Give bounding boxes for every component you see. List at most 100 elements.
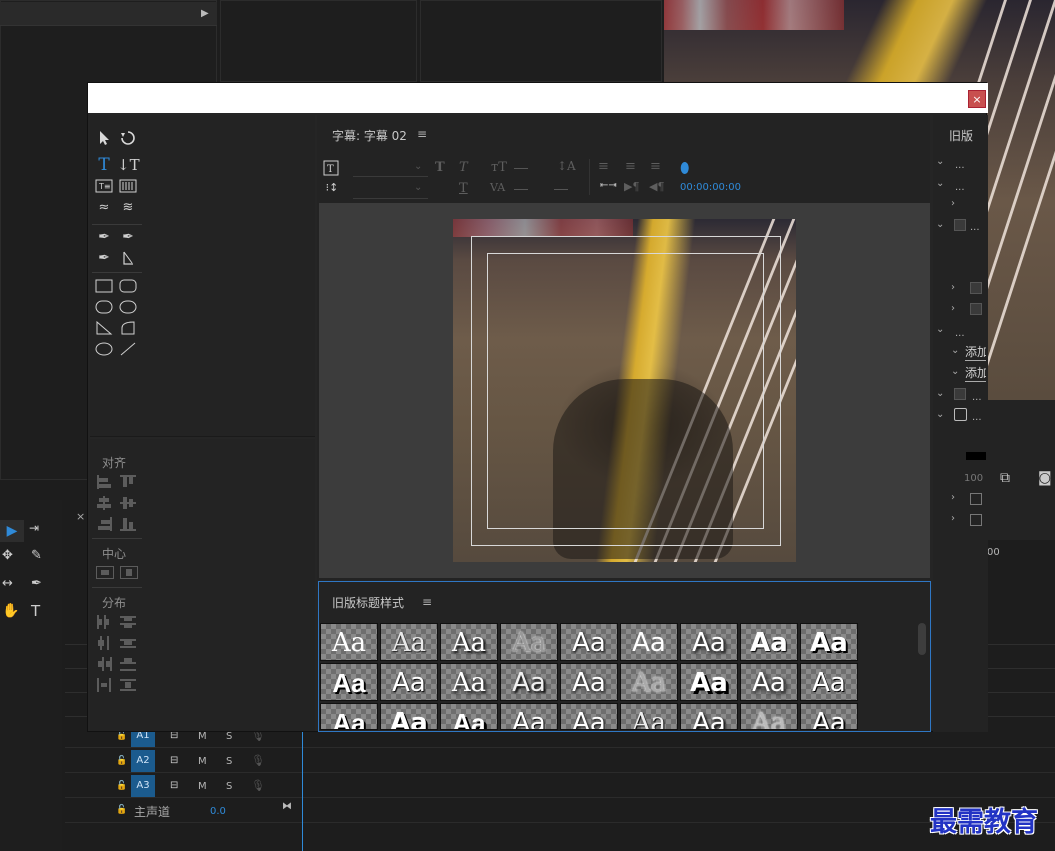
mic-icon[interactable]: 🎙 <box>251 779 265 792</box>
roll-crawl-icon[interactable]: ⁝↕ <box>323 180 341 196</box>
add-shadow-link[interactable]: 添加 <box>965 364 986 382</box>
title-style-swatch[interactable]: Aa <box>380 623 438 661</box>
distribute-bottom-icon[interactable] <box>120 657 138 671</box>
kerning-value[interactable] <box>514 189 528 190</box>
line-tool-icon[interactable] <box>119 342 137 358</box>
type-tool-icon[interactable]: T <box>31 602 40 620</box>
title-style-swatch[interactable]: Aa <box>740 663 798 701</box>
title-style-swatch[interactable]: Aa <box>800 623 858 661</box>
styles-panel-menu-icon[interactable]: ≡ <box>422 595 432 609</box>
template-alt-icon[interactable]: ◀¶ <box>649 180 664 193</box>
title-style-swatch[interactable]: Aa <box>320 663 378 701</box>
properties-tab[interactable]: 旧版 <box>949 127 987 144</box>
align-left-icon[interactable] <box>96 475 114 489</box>
title-style-swatch[interactable]: Aa <box>620 623 678 661</box>
lock-icon[interactable]: 🔓 <box>116 781 127 791</box>
property-checkbox[interactable] <box>954 408 967 421</box>
lock-icon[interactable]: 🔓 <box>116 756 127 766</box>
title-style-swatch[interactable]: Aa <box>740 623 798 661</box>
title-style-swatch[interactable]: Aa <box>560 623 618 661</box>
delete-anchor-tool-icon[interactable]: ✒ <box>119 229 137 245</box>
center-horizontal-icon[interactable] <box>96 566 114 579</box>
title-style-swatch[interactable]: Aa <box>560 703 618 730</box>
title-style-swatch[interactable]: Aa <box>320 623 378 661</box>
title-style-swatch[interactable]: Aa <box>680 663 738 701</box>
ellipse-tool-icon[interactable] <box>95 342 113 358</box>
area-type-tool-icon[interactable]: T≡ <box>95 179 113 195</box>
track-select-tool-icon[interactable]: ⇥ <box>29 521 39 535</box>
title-style-swatch[interactable]: Aa <box>440 663 498 701</box>
end-marker-icon[interactable]: ⧓ <box>282 801 292 812</box>
font-size-icon[interactable]: ᴛT <box>491 160 507 175</box>
mute-button[interactable]: M <box>198 756 207 767</box>
vertical-path-type-tool-icon[interactable]: ≋ <box>119 200 137 216</box>
property-expand-icon[interactable]: › <box>951 492 955 503</box>
property-expand-icon[interactable]: › <box>951 303 955 314</box>
distribute-vcenter-icon[interactable] <box>120 636 138 650</box>
property-chevron-icon[interactable]: ⌄ <box>951 345 959 356</box>
export-frame-icon[interactable]: ◙ <box>1038 470 1052 486</box>
mute-button[interactable]: M <box>198 731 207 742</box>
lock-icon[interactable]: 🔓 <box>116 805 127 815</box>
title-panel-menu-icon[interactable]: ≡ <box>417 127 427 141</box>
property-expand-icon[interactable]: › <box>951 282 955 293</box>
font-style-chevron-icon[interactable]: ⌄ <box>414 182 422 193</box>
tab-stops-icon[interactable]: ⇤⇥ <box>600 180 617 191</box>
arc-tool-icon[interactable] <box>119 321 137 337</box>
color-swatch[interactable] <box>966 452 986 460</box>
styles-tab[interactable]: 旧版标题样式 <box>332 594 404 611</box>
title-style-swatch[interactable]: Aa <box>620 663 678 701</box>
wedge-tool-icon[interactable] <box>95 321 113 337</box>
property-expand-icon[interactable]: › <box>951 513 955 524</box>
playhead-line[interactable] <box>302 732 303 851</box>
solo-button[interactable]: S <box>226 756 232 767</box>
vertical-area-type-tool-icon[interactable] <box>119 179 137 195</box>
opacity-value[interactable]: 100 <box>964 473 983 484</box>
sync-lock-icon[interactable]: ⊟ <box>170 780 178 791</box>
track-label-a2[interactable]: A2 <box>131 750 155 772</box>
align-vcenter-icon[interactable] <box>120 496 138 510</box>
pen-tool-icon[interactable]: ✒ <box>31 576 42 591</box>
new-title-icon[interactable]: T <box>323 160 341 176</box>
template-icon[interactable]: ▶¶ <box>624 180 639 193</box>
razor-tool-icon[interactable]: ✎ <box>31 548 42 563</box>
title-style-swatch[interactable]: Aa <box>320 703 378 730</box>
title-style-swatch[interactable]: Aa <box>380 703 438 730</box>
title-style-swatch[interactable]: Aa <box>560 663 618 701</box>
title-style-swatch[interactable]: Aa <box>680 623 738 661</box>
align-bottom-icon[interactable] <box>120 517 138 531</box>
italic-icon[interactable]: T <box>459 160 468 175</box>
pen-tool-icon[interactable]: ✒ <box>95 229 113 245</box>
styles-scrollbar[interactable] <box>918 623 926 655</box>
align-right-text-icon[interactable]: ≡ <box>650 159 661 174</box>
align-top-icon[interactable] <box>120 475 138 489</box>
rotation-tool-icon[interactable] <box>119 129 137 145</box>
timeline-close-icon[interactable]: × <box>76 510 85 523</box>
vertical-type-tool-icon[interactable]: ↓T <box>117 157 140 173</box>
clipped-corner-tool-icon[interactable] <box>95 300 113 316</box>
distribute-top-icon[interactable] <box>120 615 138 629</box>
solo-button[interactable]: S <box>226 781 232 792</box>
lock-icon[interactable]: 🔓 <box>116 731 127 741</box>
sync-lock-icon[interactable]: ⊟ <box>170 755 178 766</box>
property-chevron-icon[interactable]: ⌄ <box>936 324 944 335</box>
panel-expand-icon[interactable]: ▶ <box>201 8 209 19</box>
title-style-swatch[interactable]: Aa <box>500 703 558 730</box>
rounded-rectangle-tool-icon[interactable] <box>119 279 137 295</box>
distribute-hcenter-icon[interactable] <box>96 636 114 650</box>
property-checkbox[interactable] <box>970 493 982 505</box>
title-tab[interactable]: 字幕: 字幕 02 <box>332 127 407 144</box>
underline-icon[interactable]: T <box>459 181 468 196</box>
title-style-swatch[interactable]: Aa <box>440 623 498 661</box>
timecode[interactable]: 00:00:00:00 <box>680 182 741 193</box>
property-chevron-icon[interactable]: ⌄ <box>936 388 944 399</box>
property-checkbox[interactable] <box>970 514 982 526</box>
distribute-even-v-icon[interactable] <box>120 678 138 692</box>
title-style-swatch[interactable]: Aa <box>440 703 498 730</box>
center-vertical-icon[interactable] <box>120 566 138 579</box>
rectangle-tool-icon[interactable] <box>95 279 113 295</box>
slip-tool-icon[interactable]: ↔ <box>2 576 13 591</box>
title-style-swatch[interactable]: Aa <box>800 703 858 730</box>
distribute-right-icon[interactable] <box>96 657 114 671</box>
mute-button[interactable]: M <box>198 781 207 792</box>
